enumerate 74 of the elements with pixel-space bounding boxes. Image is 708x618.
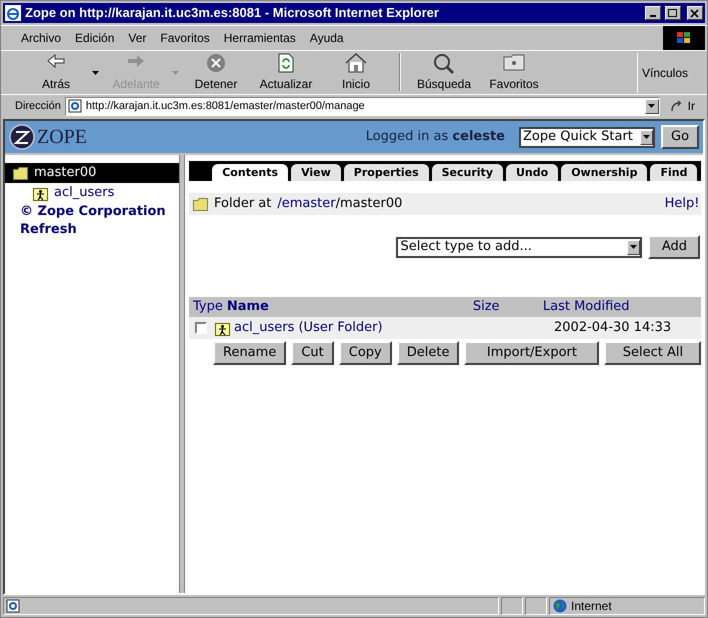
tree-item[interactable]: acl_users — [5, 183, 179, 203]
help-link[interactable]: Help! — [664, 194, 700, 214]
logged-in-text: Logged in as celeste — [366, 128, 505, 146]
column-header[interactable]: Last Modified — [542, 297, 630, 317]
address-field[interactable]: http://karajan.it.uc3m.es:8081/emaster/master00/manage — [64, 96, 660, 116]
dropdown-caret-icon[interactable] — [92, 70, 100, 74]
tab[interactable]: Find — [650, 164, 698, 181]
form-button[interactable]: Import/Export — [464, 341, 600, 365]
toolbar-button[interactable]: Favoritos — [479, 52, 549, 92]
item-link[interactable]: acl_users (User Folder) — [234, 318, 554, 338]
back-arrow-icon — [46, 52, 66, 68]
tree-link[interactable]: Refresh — [5, 221, 179, 239]
status-pane — [501, 597, 523, 615]
minimize-icon — [650, 15, 656, 17]
form-button[interactable]: Delete — [396, 341, 460, 365]
menu-item[interactable]: Archivo — [21, 29, 62, 47]
menu-item[interactable]: Edición — [75, 29, 114, 47]
form-button[interactable]: Rename — [213, 341, 286, 365]
tab[interactable]: Ownership — [561, 164, 648, 181]
maximize-icon — [668, 8, 678, 18]
tab[interactable]: Contents — [212, 164, 288, 181]
menu-item[interactable]: Favoritos — [160, 29, 210, 47]
folder-icon — [193, 198, 208, 210]
add-type-select[interactable]: Select type to add... — [396, 236, 642, 258]
toolbar-button[interactable]: Actualizar — [251, 52, 321, 92]
close-button[interactable] — [687, 6, 703, 20]
modified-cell-text: 2002-04-30 14:33 — [554, 319, 672, 338]
form-button[interactable]: Go — [661, 125, 699, 149]
status-pane — [525, 597, 547, 615]
home-icon — [345, 52, 367, 72]
tab[interactable]: Undo — [506, 164, 558, 181]
toolbar-button[interactable]: Búsqueda — [409, 52, 479, 92]
tree-link[interactable]: © Zope Corporation — [5, 203, 179, 221]
column-header[interactable]: Name — [226, 297, 473, 317]
refresh-icon — [277, 52, 295, 72]
form-button[interactable]: Add — [648, 235, 700, 259]
windows-logo-icon — [663, 26, 705, 50]
minimize-button[interactable] — [645, 6, 661, 20]
form-button[interactable]: Copy — [338, 341, 392, 365]
path-link[interactable]: /emaster — [277, 194, 336, 214]
folder-icon — [13, 166, 28, 180]
user-folder-icon — [215, 320, 230, 336]
menu-item[interactable]: Herramientas — [224, 29, 296, 47]
row-checkbox[interactable] — [195, 322, 207, 334]
maximize-button[interactable] — [665, 6, 681, 20]
tab[interactable]: View — [291, 164, 341, 181]
menu-item[interactable]: Ayuda — [310, 29, 344, 47]
column-header[interactable]: Type — [193, 297, 227, 317]
stop-icon — [206, 52, 226, 72]
column-header[interactable]: Size — [472, 297, 543, 317]
toolbar-button[interactable]: Inicio — [321, 52, 391, 92]
zone-label: Internet — [571, 598, 612, 615]
tab[interactable]: Security — [432, 164, 503, 181]
address-label: Dirección — [14, 98, 62, 114]
form-button[interactable]: Cut — [291, 341, 334, 365]
links-label[interactable]: Vínculos — [642, 64, 688, 82]
location-label: Folder at — [214, 195, 272, 214]
close-icon — [690, 8, 700, 18]
form-button[interactable]: Select All — [604, 341, 702, 365]
tab[interactable]: Properties — [344, 164, 429, 181]
toolbar-button[interactable]: Atrás — [21, 52, 91, 92]
globe-icon — [553, 599, 567, 613]
go-button[interactable]: Ir — [662, 97, 703, 115]
zope-logo: ZOPE — [37, 125, 87, 150]
path-text: /master00 — [336, 195, 402, 214]
menu-item[interactable]: Ver — [128, 29, 146, 47]
zope-logo-icon — [9, 124, 35, 150]
window-title: Zope on http://karajan.it.uc3m.es:8081 - Microsoft Internet Explorer — [25, 4, 440, 22]
quick-start-select[interactable]: Zope Quick Start — [519, 126, 655, 148]
tree-item[interactable]: master00 — [5, 163, 179, 183]
curved-arrow-icon — [670, 100, 684, 112]
user-folder-icon — [33, 186, 48, 200]
forward-arrow-icon — [126, 52, 146, 68]
toolbar-button[interactable]: Detener — [181, 52, 251, 92]
